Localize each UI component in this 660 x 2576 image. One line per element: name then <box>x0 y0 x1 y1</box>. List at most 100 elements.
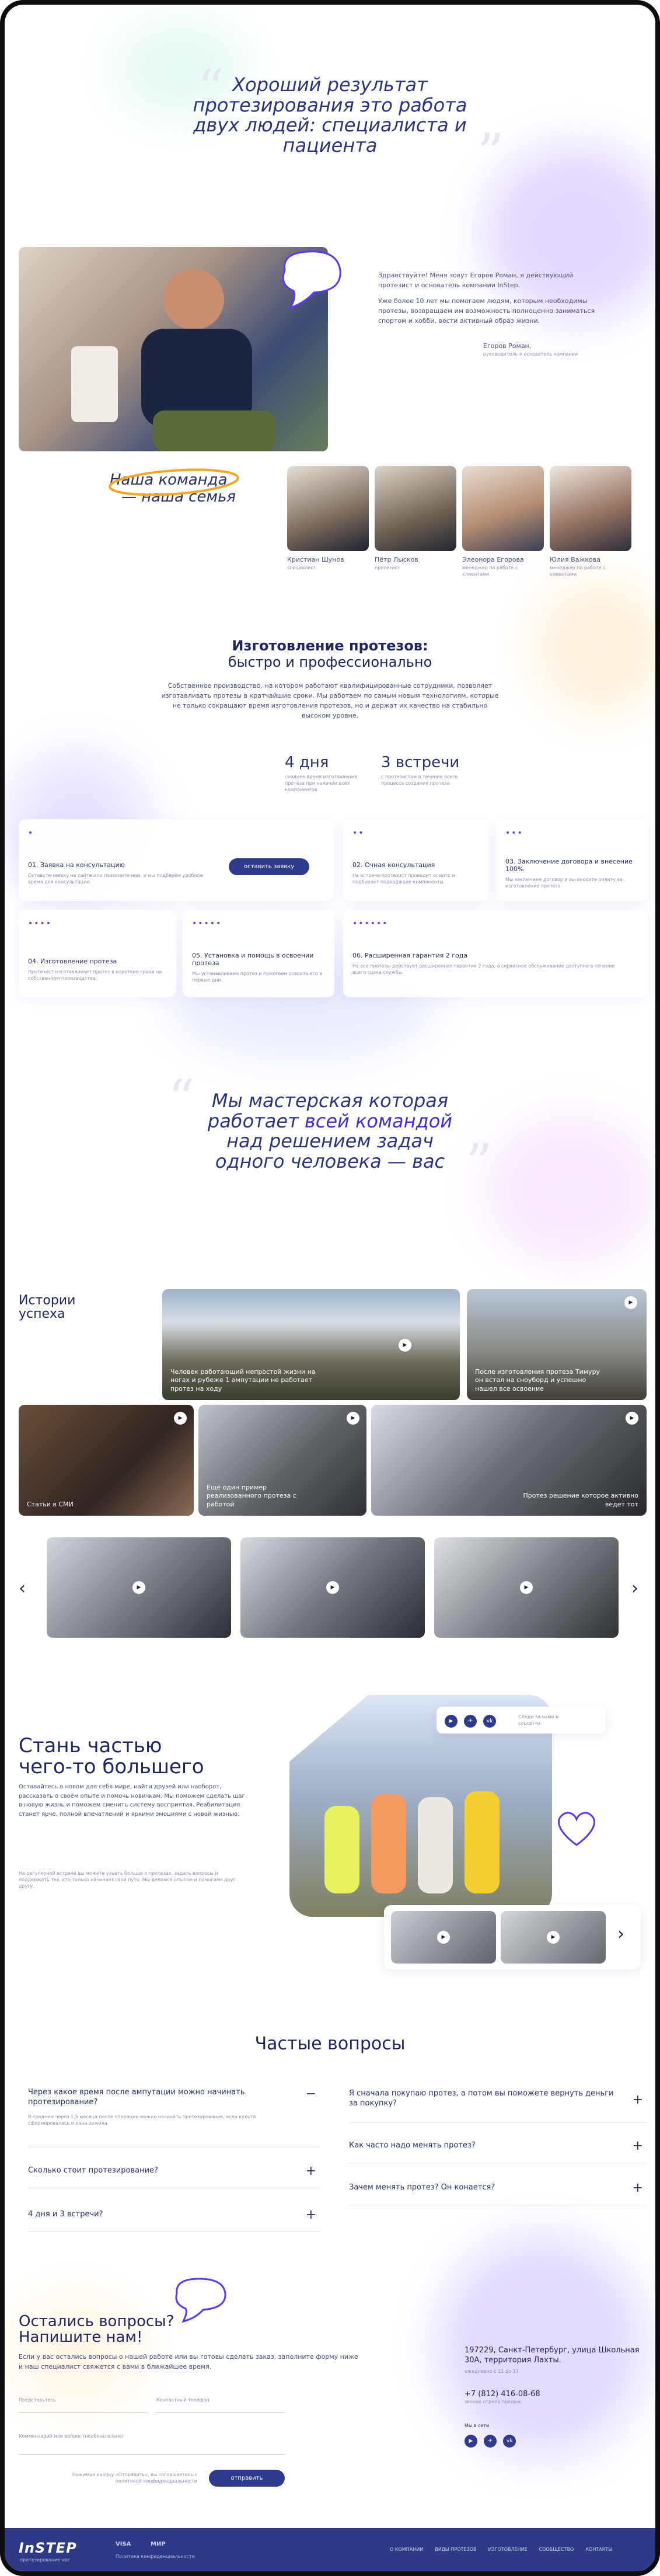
footer-nav-item[interactable]: ИЗГОТОВЛЕНИЕ <box>488 2547 528 2552</box>
heart-icon <box>558 1812 595 1846</box>
faq-item[interactable]: Зачем менять протез? Он конается? + <box>349 2175 647 2205</box>
youtube-icon[interactable]: ▶ <box>445 1715 458 1728</box>
team-member-role: менеджер по работе с клиентами <box>550 565 606 577</box>
play-icon[interactable]: ▶ <box>399 1339 411 1352</box>
team-member-name: Кристиан Шунов <box>287 556 344 563</box>
carousel-prev-button[interactable]: ‹ <box>19 1578 26 1599</box>
plus-icon[interactable]: + <box>633 2140 643 2153</box>
quote-open-icon: “ <box>168 1068 195 1130</box>
order-button[interactable]: оставить заявку <box>229 858 310 875</box>
telegram-icon[interactable]: ✈ <box>484 2435 497 2448</box>
privacy-link[interactable]: Политика конфиденциальности <box>116 2554 195 2559</box>
name-field[interactable]: Представьтесь <box>19 2393 147 2413</box>
footer-nav-item[interactable]: КОНТАКТЫ <box>585 2547 612 2552</box>
team-member-photo <box>287 466 369 551</box>
plus-icon[interactable]: + <box>633 2182 643 2195</box>
faq-item[interactable]: Сколько стоит протезирование? + <box>28 2158 320 2188</box>
founder-signature: Егоров Роман, <box>483 342 532 350</box>
join-video-1[interactable]: ▶ <box>391 1911 496 1964</box>
workshop-title-line2: работает всей командой <box>173 1111 488 1132</box>
speech-bubble-icon <box>282 250 341 309</box>
production-stats: 4 дня среднее время изготовления протеза… <box>285 754 477 800</box>
faq-item[interactable]: 4 дня и 3 встречи? + <box>28 2202 320 2232</box>
team-members: Кристиан Шунов специалист Пётр Лысков пр… <box>287 466 637 583</box>
play-icon[interactable]: ▶ <box>437 1931 450 1944</box>
production-title-line2: быстро и профессионально <box>228 653 432 670</box>
plus-icon[interactable]: + <box>306 2165 316 2178</box>
plus-icon[interactable]: + <box>306 2209 316 2222</box>
workshop-title-strong: всей командой <box>304 1109 453 1132</box>
quote-open-icon: “ <box>197 58 225 120</box>
play-icon[interactable]: ▶ <box>547 1931 560 1944</box>
contact-address: 197229, Санкт-Петербург, улица Школьная … <box>465 2346 640 2365</box>
workshop-title: Мы мастерская которая работает всей кома… <box>173 1091 488 1171</box>
youtube-icon[interactable]: ▶ <box>465 2435 477 2448</box>
faq-question: Как часто надо менять протез? <box>349 2141 476 2150</box>
faq-item-open[interactable]: Через какое время после ампутации можно … <box>28 2083 320 2147</box>
join-carousel-next-button[interactable]: › <box>617 1924 624 1944</box>
workshop-title-line4: одного человека — вас <box>215 1150 445 1172</box>
phone-field-label: Контактный телефон <box>156 2397 209 2403</box>
carousel-video-2[interactable]: ▶ <box>240 1537 425 1638</box>
step-dots: •••••• <box>352 919 389 928</box>
phone-field[interactable]: Контактный телефон <box>156 2393 285 2413</box>
footer-logo[interactable]: InSTEP <box>19 2540 77 2556</box>
step-dots: •••• <box>28 919 53 928</box>
telegram-icon[interactable]: ✈ <box>464 1715 477 1728</box>
carousel-video-1[interactable]: ▶ <box>47 1537 231 1638</box>
story-tile-3[interactable]: ▶ Статьи в СМИ <box>19 1405 194 1516</box>
submit-button[interactable]: отправить <box>209 2470 285 2487</box>
carousel-video-3[interactable]: ▶ <box>434 1537 619 1638</box>
contact-text: Если у вас остались вопросы о нашей рабо… <box>19 2353 358 2371</box>
carousel-next-button[interactable]: › <box>631 1578 638 1599</box>
team-member-card: Элеонора Егорова менеджер по работе с кл… <box>462 466 544 577</box>
minus-icon[interactable]: − <box>306 2088 316 2101</box>
play-icon[interactable]: ▶ <box>132 1581 145 1594</box>
faq-item[interactable]: Как часто надо менять протез? + <box>349 2133 647 2163</box>
join-video-2[interactable]: ▶ <box>501 1911 606 1964</box>
stat-1-text: среднее время изготовления протеза при н… <box>285 774 357 793</box>
story-tile-title: Статьи в СМИ <box>27 1500 74 1508</box>
contact-phone[interactable]: +7 (812) 416-08-68 <box>465 2390 640 2399</box>
founder-paragraph-2: Уже более 10 лет мы помогаем людям, кото… <box>378 297 595 325</box>
contact-socials-label: Мы в сети <box>465 2423 490 2429</box>
faq-section: Частые вопросы Через какое время после а… <box>5 2034 655 2279</box>
plus-icon[interactable]: + <box>633 2094 643 2107</box>
footer-nav-item[interactable]: О КОМПАНИИ <box>390 2547 423 2552</box>
contact-socials: ▶ ✈ vk <box>465 2434 640 2448</box>
comment-field[interactable]: Комментарий или вопрос (необязательно) <box>19 2429 285 2455</box>
faq-question: Сколько стоит протезирование? <box>28 2166 158 2175</box>
story-tile-4[interactable]: ▶ Ещё один пример реализованного протеза… <box>198 1405 366 1516</box>
vk-icon[interactable]: vk <box>503 2435 516 2448</box>
team-member-role: протезист <box>375 565 400 571</box>
step-text: На встрече протезист проводит осмотр и п… <box>352 873 455 885</box>
social-follow-card: ▶ ✈ vk Следи за нами в соцсетях <box>436 1707 606 1733</box>
faq-item[interactable]: Я сначала покупаю протез, а потом вы пом… <box>349 2083 647 2123</box>
faq-question: 4 дня и 3 встречи? <box>28 2210 103 2219</box>
play-icon[interactable]: ▶ <box>624 1296 637 1309</box>
team-member-card: Кристиан Шунов специалист <box>287 466 369 571</box>
team-member-card: Пётр Лысков протезист <box>375 466 456 571</box>
footer-nav-item[interactable]: СООБЩЕСТВО <box>539 2547 574 2552</box>
stories-title: Истории успеха <box>19 1293 76 1322</box>
story-tile-2[interactable]: ▶ После изготовления протеза Тимуру он в… <box>467 1289 647 1400</box>
story-tile-1[interactable]: ▶ Человек работающий непростой жизни на … <box>162 1289 460 1400</box>
stat-1-value: 4 дня <box>285 754 329 771</box>
play-icon[interactable]: ▶ <box>174 1412 187 1425</box>
play-icon[interactable]: ▶ <box>626 1412 638 1425</box>
vk-icon[interactable]: vk <box>483 1715 497 1728</box>
step-title: 06. Расширенная гарантия 2 года <box>352 952 468 959</box>
story-tile-5[interactable]: ▶ Протез решение которое активно ведет т… <box>371 1405 647 1516</box>
contact-title-line1: Остались вопросы? <box>19 2313 174 2330</box>
team-section: Наша команда — наша семья Кристиан Шунов… <box>5 466 655 589</box>
play-icon[interactable]: ▶ <box>347 1412 359 1425</box>
stories-section: Истории успеха ▶ Человек работающий непр… <box>5 1289 655 1651</box>
footer-nav-item[interactable]: ВИДЫ ПРОТЕЗОВ <box>435 2547 476 2552</box>
step-card-4: •••• 04. Изготовление протеза Протезист … <box>19 910 176 997</box>
workshop-section: “ ” Мы мастерская которая работает всей … <box>5 1073 655 1196</box>
play-icon[interactable]: ▶ <box>520 1581 533 1594</box>
step-text: Мы заключаем договор и вы вносите оплату… <box>505 877 623 889</box>
faq-title: Частые вопросы <box>254 2034 406 2054</box>
play-icon[interactable]: ▶ <box>326 1581 339 1594</box>
consent-text: Нажимая кнопку «Отправить», вы соглашает… <box>72 2472 197 2484</box>
